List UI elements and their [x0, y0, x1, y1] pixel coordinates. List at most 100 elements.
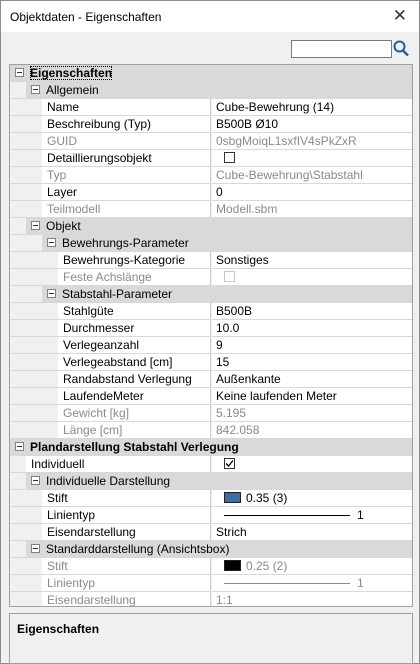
- property-row-eisendarstellung-standard: Eisendarstellung 1:1: [10, 592, 412, 607]
- category-label: Eigenschaften: [30, 66, 113, 80]
- property-row-laufende-meter[interactable]: LaufendeMeter Keine laufenden Meter: [10, 388, 412, 405]
- property-row-bewehrungs-kategorie[interactable]: Bewehrungs-Kategorie Sonstiges: [10, 252, 412, 269]
- property-value: 842.058: [216, 423, 260, 437]
- property-row-stahlguete[interactable]: Stahlgüte B500B: [10, 303, 412, 320]
- property-value[interactable]: 15: [216, 355, 229, 369]
- category-allgemein[interactable]: Allgemein: [10, 82, 412, 99]
- property-value: Modell.sbm: [216, 202, 278, 216]
- property-row-beschreibung[interactable]: Beschreibung (Typ) B500B Ø10: [10, 116, 412, 133]
- close-icon[interactable]: ✕: [393, 7, 407, 24]
- line-type-preview: [224, 515, 350, 516]
- property-row-eisendarstellung[interactable]: Eisendarstellung Strich: [10, 524, 412, 541]
- property-row-name[interactable]: Name Cube-Bewehrung (14): [10, 99, 412, 116]
- property-label: Länge [cm]: [63, 423, 123, 437]
- property-label: Verlegeabstand [cm]: [63, 355, 173, 369]
- property-value[interactable]: Strich: [216, 525, 247, 539]
- property-row-laenge: Länge [cm] 842.058: [10, 422, 412, 439]
- property-row-verlegeabstand[interactable]: Verlegeabstand [cm] 15: [10, 354, 412, 371]
- category-label: Individuelle Darstellung: [46, 474, 171, 488]
- category-label: Objekt: [46, 219, 81, 233]
- property-row-linientyp[interactable]: 1 Linientyp: [10, 507, 412, 524]
- property-label: Stift: [47, 491, 68, 505]
- collapse-icon[interactable]: [15, 442, 24, 451]
- property-row-randabstand[interactable]: Randabstand Verlegung Außenkante: [10, 371, 412, 388]
- category-label: Stabstahl-Parameter: [62, 287, 173, 301]
- property-value[interactable]: Sonstiges: [216, 253, 269, 267]
- title-bar: Objektdaten - Eigenschaften ✕: [1, 1, 419, 32]
- property-label: Eisendarstellung: [47, 593, 136, 607]
- property-value[interactable]: 0: [216, 185, 223, 199]
- property-label: LaufendeMeter: [63, 389, 144, 403]
- property-label: Linientyp: [47, 508, 96, 522]
- property-row-feste-achslaenge: Feste Achslänge: [10, 269, 412, 286]
- achslaenge-checkbox: [224, 271, 235, 282]
- property-label: Verlegeanzahl: [63, 338, 140, 352]
- collapse-icon[interactable]: [47, 238, 56, 247]
- collapse-icon[interactable]: [31, 85, 40, 94]
- collapse-icon[interactable]: [15, 68, 24, 77]
- pen-color-swatch: [224, 560, 241, 571]
- property-value[interactable]: B500B: [216, 304, 252, 318]
- property-label: Linientyp: [47, 576, 96, 590]
- property-row-individuell[interactable]: Individuell: [10, 456, 412, 473]
- category-label: Allgemein: [46, 83, 99, 97]
- category-standarddarstellung[interactable]: Standarddarstellung (Ansichtsbox): [10, 541, 412, 558]
- property-row-layer[interactable]: Layer 0: [10, 184, 412, 201]
- property-label: Individuell: [31, 457, 85, 471]
- property-value: 1: [357, 576, 364, 590]
- pen-color-swatch: [224, 492, 241, 503]
- property-label: Feste Achslänge: [63, 270, 152, 284]
- property-row-linientyp-standard: 1 Linientyp: [10, 575, 412, 592]
- collapse-icon[interactable]: [31, 221, 40, 230]
- property-value: 5.195: [216, 406, 247, 420]
- collapse-icon[interactable]: [31, 476, 40, 485]
- property-label: Bewehrungs-Kategorie: [63, 253, 186, 267]
- property-row-stift[interactable]: 0.35 (3) Stift: [10, 490, 412, 507]
- description-panel: Eigenschaften: [9, 613, 413, 664]
- property-value[interactable]: 10.0: [216, 321, 239, 335]
- individuell-checkbox[interactable]: [224, 458, 235, 469]
- line-type-preview: [224, 583, 350, 584]
- property-value[interactable]: 1: [357, 508, 364, 522]
- category-bewehrungs-parameter[interactable]: Bewehrungs-Parameter: [10, 235, 412, 252]
- property-value[interactable]: Cube-Bewehrung (14): [216, 100, 334, 114]
- category-plandarstellung[interactable]: Plandarstellung Stabstahl Verlegung: [10, 439, 412, 456]
- category-label: Bewehrungs-Parameter: [62, 236, 189, 250]
- category-objekt[interactable]: Objekt: [10, 218, 412, 235]
- collapse-icon[interactable]: [47, 289, 56, 298]
- detail-checkbox[interactable]: [224, 152, 235, 163]
- collapse-icon[interactable]: [31, 544, 40, 553]
- property-row-durchmesser[interactable]: Durchmesser 10.0: [10, 320, 412, 337]
- property-value[interactable]: 9: [216, 338, 223, 352]
- property-row-detaillierungsobjekt[interactable]: Detaillierungsobjekt: [10, 150, 412, 167]
- property-label: Name: [47, 100, 80, 114]
- property-label: Stift: [47, 559, 68, 573]
- property-label: Eisendarstellung: [47, 525, 136, 539]
- properties-window: Objektdaten - Eigenschaften ✕ Eigenschaf…: [0, 0, 420, 664]
- property-label: Randabstand Verlegung: [63, 372, 192, 386]
- property-label: Detaillierungsobjekt: [47, 151, 152, 165]
- property-value: 0.25 (2): [246, 559, 288, 573]
- category-stabstahl-parameter[interactable]: Stabstahl-Parameter: [10, 286, 412, 303]
- property-value[interactable]: B500B Ø10: [216, 117, 278, 131]
- category-eigenschaften[interactable]: Eigenschaften: [10, 65, 412, 82]
- property-value: Cube-Bewehrung\Stabstahl: [216, 168, 363, 182]
- property-row-gewicht: Gewicht [kg] 5.195: [10, 405, 412, 422]
- property-row-typ: Typ Cube-Bewehrung\Stabstahl: [10, 167, 412, 184]
- property-value[interactable]: Außenkante: [216, 372, 281, 386]
- category-label: Standarddarstellung (Ansichtsbox): [46, 542, 230, 556]
- search-input[interactable]: [291, 40, 392, 58]
- property-label: GUID: [47, 134, 77, 148]
- property-value[interactable]: Keine laufenden Meter: [216, 389, 337, 403]
- property-value: 0sbgMoiqL1sxfIV4sPkZxR: [216, 134, 357, 148]
- search-toolbar: [1, 32, 419, 63]
- property-label: Stahlgüte: [63, 304, 114, 318]
- property-label: Teilmodell: [47, 202, 101, 216]
- category-individuelle-darstellung[interactable]: Individuelle Darstellung: [10, 473, 412, 490]
- property-value[interactable]: 0.35 (3): [246, 491, 287, 505]
- property-row-verlegeanzahl[interactable]: Verlegeanzahl 9: [10, 337, 412, 354]
- description-title: Eigenschaften: [17, 622, 100, 636]
- search-icon[interactable]: [393, 40, 409, 57]
- property-grid: Eigenschaften Allgemein Name Cube-Bewehr…: [9, 64, 413, 607]
- property-value: 1:1: [216, 593, 233, 607]
